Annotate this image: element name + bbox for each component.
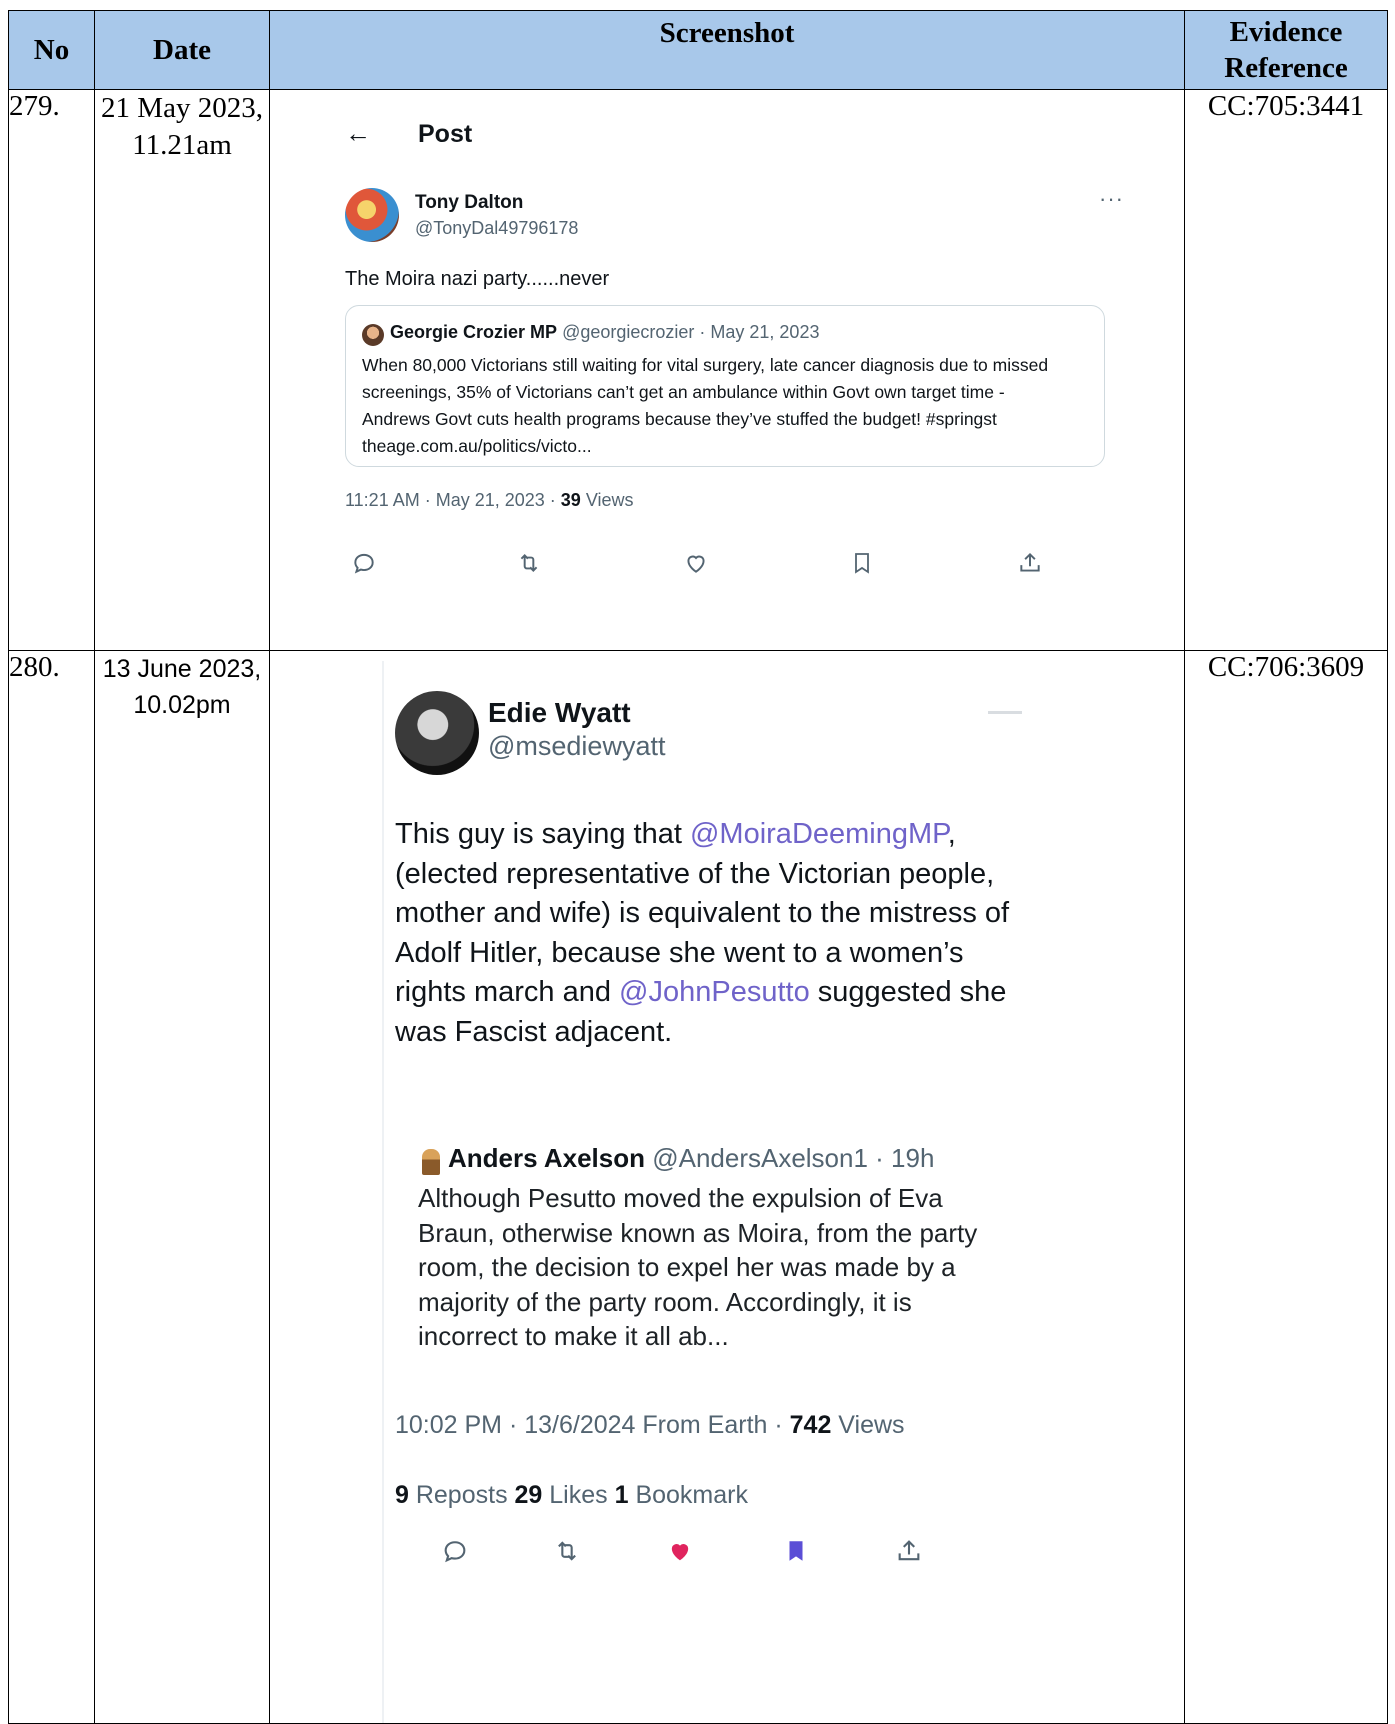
avatar: [345, 188, 399, 242]
tweet-text: The Moira nazi party......never: [345, 268, 610, 290]
bookmark-icon: [850, 550, 874, 583]
quoted-avatar: [362, 324, 384, 346]
row-number: 279.: [8, 89, 95, 651]
avatar: [395, 691, 479, 775]
tweet-author-name: Tony Dalton: [415, 192, 524, 213]
mention-link: @MoiraDeemingMP: [689, 818, 948, 850]
quoted-text: When 80,000 Victorians still waiting for…: [362, 355, 1049, 456]
post-page-title: Post: [418, 120, 473, 148]
header-date: Date: [94, 10, 270, 90]
screenshot-cell: Edie Wyatt @msediewyatt This guy is sayi…: [269, 650, 1185, 1724]
tweet-meta: 11:21 AM · May 21, 2023 · 39 Views: [345, 490, 634, 511]
bookmarks-label: Bookmark: [628, 1481, 748, 1509]
views-count: 39: [560, 490, 581, 510]
quoted-author-name: Anders Axelson: [448, 1143, 645, 1173]
tweet-screenshot: ← Post Tony Dalton @TonyDal49796178 ··· …: [270, 90, 1184, 650]
tweet-timestamp: 11:21 AM · May 21, 2023 ·: [345, 490, 561, 510]
views-label: Views: [580, 490, 634, 510]
header-evidence-reference: Evidence Reference: [1184, 10, 1388, 90]
like-icon: [683, 550, 709, 583]
table-row: 280. 13 June 2023, 10.02pm Edie Wyatt @m…: [8, 650, 1388, 1724]
evidence-reference: CC:706:3609: [1184, 650, 1388, 1724]
bookmarked-icon: [783, 1537, 809, 1572]
row-number: 280.: [8, 650, 95, 1724]
header-no: No: [8, 10, 95, 90]
more-options-icon: ···: [1099, 186, 1124, 211]
reposts-label: Reposts: [408, 1481, 515, 1509]
quoted-header: Georgie Crozier MP @georgiecrozier · May…: [390, 322, 819, 343]
screenshot-cell: ← Post Tony Dalton @TonyDal49796178 ··· …: [269, 89, 1185, 651]
quoted-tweet: Georgie Crozier MP @georgiecrozier · May…: [345, 305, 1105, 467]
quoted-header: Anders Axelson @AndersAxelson1 · 19h: [448, 1143, 934, 1174]
tweet-actions: [345, 550, 1105, 590]
reply-icon: [441, 1537, 469, 1572]
views-label: Views: [831, 1411, 905, 1439]
tweet-text-part: This guy is saying that: [395, 818, 690, 850]
views-count: 742: [789, 1411, 832, 1439]
tweet-actions: [395, 1537, 955, 1577]
quoted-author-meta: @AndersAxelson1 · 19h: [644, 1143, 935, 1173]
tweet-author-handle: @TonyDal49796178: [415, 218, 579, 238]
tweet-text: This guy is saying that @MoiraDeemingMP,…: [395, 815, 1015, 1052]
likes-label: Likes: [542, 1481, 615, 1509]
mention-link: @JohnPesutto: [619, 976, 810, 1008]
evidence-table: No Date Screenshot Evidence Reference 27…: [8, 10, 1388, 1724]
quoted-text: Although Pesutto moved the expulsion of …: [418, 1183, 978, 1351]
tweet-timestamp: 10:02 PM · 13/6/2024 From Earth ·: [395, 1411, 790, 1439]
table-row: 279. 21 May 2023, 11.21am ← Post Tony Da…: [8, 89, 1388, 651]
row-date: 13 June 2023, 10.02pm: [94, 650, 270, 1724]
tweet-author-handle: @msediewyatt: [488, 731, 666, 761]
header-screenshot: Screenshot: [269, 10, 1185, 90]
quoted-author-meta: @georgiecrozier · May 21, 2023: [562, 322, 820, 342]
reply-icon: [351, 550, 377, 583]
likes-count: 29: [514, 1481, 543, 1509]
tweet-author-name: Edie Wyatt: [488, 697, 631, 728]
bookmarks-count: 1: [614, 1481, 629, 1509]
reposts-count: 9: [395, 1481, 409, 1509]
repost-icon: [552, 1537, 582, 1572]
share-icon: [895, 1537, 923, 1572]
back-arrow-icon: ←: [345, 118, 371, 148]
share-icon: [1017, 550, 1043, 583]
more-options-icon: [988, 711, 1022, 714]
header-row: No Date Screenshot Evidence Reference: [8, 10, 1388, 90]
liked-heart-icon: [666, 1537, 694, 1572]
row-date: 21 May 2023, 11.21am: [94, 89, 270, 651]
tweet-screenshot: Edie Wyatt @msediewyatt This guy is sayi…: [270, 651, 1184, 1723]
tweet-meta: 10:02 PM · 13/6/2024 From Earth · 742 Vi…: [395, 1411, 905, 1440]
repost-icon: [515, 550, 543, 583]
evidence-reference: CC:705:3441: [1184, 89, 1388, 651]
quoted-author-name: Georgie Crozier MP: [390, 322, 558, 342]
quoted-avatar: [422, 1149, 440, 1175]
tweet-stats: 9 Reposts 29 Likes 1 Bookmark: [395, 1481, 748, 1510]
